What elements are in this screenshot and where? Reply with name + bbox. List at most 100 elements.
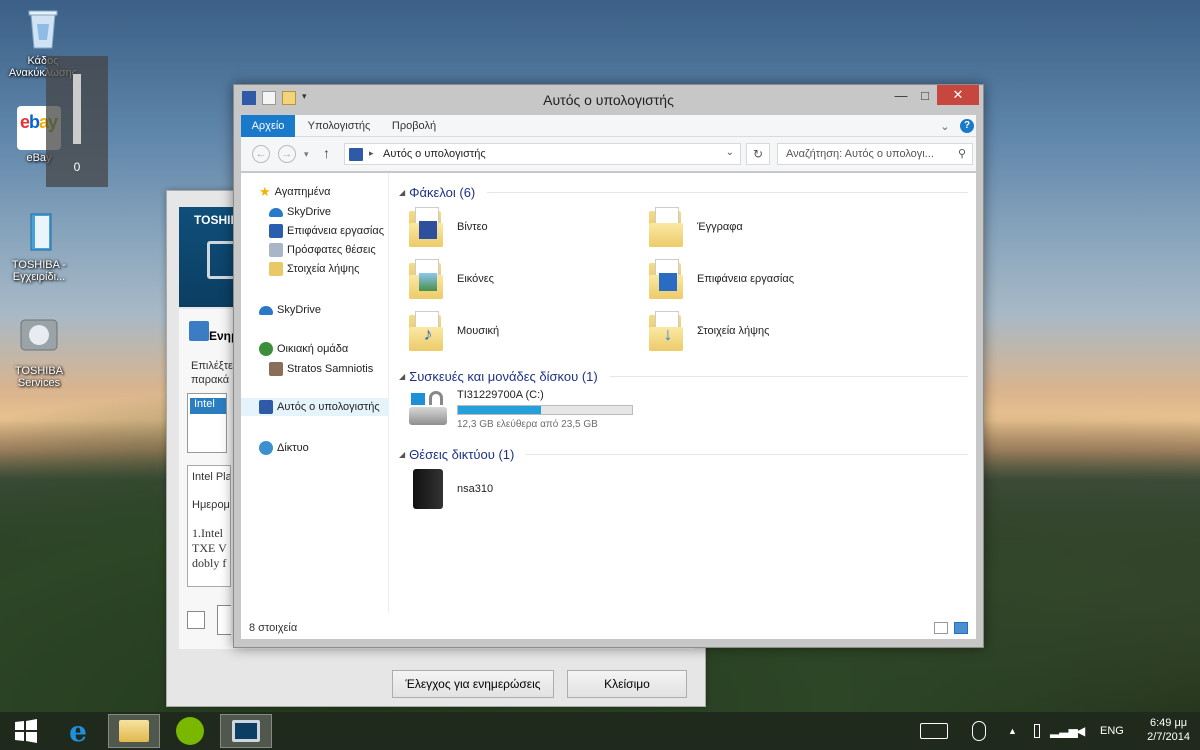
toshiba-services-shortcut[interactable]: TOSHIBA Services: [4, 316, 74, 389]
window-title: Αυτός ο υπολογιστής: [543, 92, 674, 108]
explorer-window: ▾ Αυτός ο υπολογιστής — □ ✕ Αρχείο Υπολο…: [233, 84, 984, 648]
taskbar: e ▲ ▂▃▅ ◀ ENG 6:49 μμ 2/7/2014: [0, 712, 1200, 750]
folder-pictures[interactable]: Εικόνες: [409, 259, 494, 299]
windows-logo-icon: [15, 719, 37, 743]
ribbon-expand-icon[interactable]: ⌄: [937, 115, 953, 137]
nav-favorites[interactable]: ★ Αγαπημένα: [259, 183, 330, 201]
monitor-icon: [232, 720, 260, 742]
nav-desktop[interactable]: Επιφάνεια εργασίας: [269, 222, 384, 240]
check-updates-button[interactable]: Έλεγχος για ενημερώσεις: [392, 670, 554, 698]
back-button[interactable]: ←: [252, 145, 270, 163]
large-icons-view-icon[interactable]: [954, 622, 968, 634]
nas-device-icon: [413, 469, 443, 509]
drive-c[interactable]: TI31229700A (C:) 12,3 GB ελεύθερα από 23…: [409, 389, 649, 433]
details-view-icon[interactable]: [934, 622, 948, 634]
update-icon: [189, 321, 209, 341]
clock[interactable]: 6:49 μμ 2/7/2014: [1147, 716, 1190, 744]
help-icon[interactable]: ?: [959, 115, 975, 137]
spotify-button[interactable]: [164, 714, 216, 748]
update-info-panel: Intel Pla Ημερομ 1.Intel TXE V dobly f: [187, 465, 231, 587]
network-location-label: nsa310: [457, 483, 494, 495]
select-checkbox[interactable]: [187, 611, 205, 629]
address-dropdown-icon[interactable]: ⌄: [726, 147, 734, 158]
recent-locations-icon[interactable]: ▾: [304, 149, 309, 160]
start-button[interactable]: [0, 714, 52, 748]
computer-icon: [349, 148, 363, 161]
internet-explorer-icon: e: [69, 714, 87, 748]
toshiba-manual-shortcut[interactable]: TOSHIBA - Εγχειρίδι...: [4, 210, 74, 283]
update-list[interactable]: Intel: [187, 393, 227, 453]
collapse-arrow-icon[interactable]: ◢: [399, 188, 405, 197]
network-location-nsa310[interactable]: nsa310: [413, 467, 613, 511]
nav-skydrive-fav[interactable]: SkyDrive: [269, 203, 331, 221]
homegroup-icon: [259, 342, 273, 356]
group-folders[interactable]: ◢ Φάκελοι (6): [399, 183, 968, 201]
toshiba-description: Επιλέξτε παρακά: [191, 360, 233, 386]
nav-downloads[interactable]: Στοιχεία λήψης: [269, 260, 359, 278]
nav-this-pc[interactable]: Αυτός ο υπολογιστής: [241, 398, 389, 416]
install-button-partial[interactable]: [217, 605, 231, 635]
search-placeholder: Αναζήτηση: Αυτός ο υπολογι...: [786, 148, 934, 160]
videos-folder-icon: [409, 207, 443, 247]
item-count: 8 στοιχεία: [249, 622, 298, 634]
maximize-button[interactable]: □: [914, 85, 936, 105]
nav-recent-places[interactable]: Πρόσφατες θέσεις: [269, 241, 376, 259]
group-devices[interactable]: ◢ Συσκευές και μονάδες δίσκου (1): [399, 367, 968, 385]
downloads-folder-icon: [269, 262, 283, 276]
file-explorer-icon: [119, 720, 149, 742]
update-list-item[interactable]: Intel: [190, 398, 226, 414]
volume-slider[interactable]: [73, 74, 81, 144]
toshiba-services-label: TOSHIBA Services: [14, 365, 64, 389]
recent-places-icon: [269, 243, 283, 257]
folder-desktop[interactable]: Επιφάνεια εργασίας: [649, 259, 794, 299]
signal-icon[interactable]: ▂▃▅: [1050, 712, 1078, 750]
volume-popup: 0: [46, 56, 108, 187]
search-input[interactable]: Αναζήτηση: Αυτός ο υπολογι... ⚲: [777, 143, 973, 165]
touch-keyboard-icon[interactable]: [920, 712, 948, 750]
forward-button[interactable]: →: [278, 145, 296, 163]
address-bar[interactable]: ▸ Αυτός ο υπολογιστής ⌄: [344, 143, 741, 165]
folder-music[interactable]: ♪ Μουσική: [409, 311, 499, 351]
close-button[interactable]: Κλείσιμο: [567, 670, 687, 698]
minimize-button[interactable]: —: [888, 85, 914, 105]
cloud-icon: [259, 305, 273, 315]
group-network-locations[interactable]: ◢ Θέσεις δικτύου (1): [399, 445, 968, 463]
folder-documents[interactable]: Έγγραφα: [649, 207, 743, 247]
refresh-button[interactable]: ↻: [746, 143, 770, 165]
battery-icon[interactable]: [1034, 712, 1040, 750]
nav-network[interactable]: Δίκτυο: [259, 439, 309, 457]
drive-usage-bar: [457, 405, 633, 415]
internet-explorer-button[interactable]: e: [52, 714, 104, 748]
nav-homegroup-user[interactable]: Stratos Samniotis: [269, 360, 373, 378]
file-explorer-button[interactable]: [108, 714, 160, 748]
desktop-icon: [269, 224, 283, 238]
up-button[interactable]: ↑: [323, 145, 330, 161]
pictures-folder-icon: [409, 259, 443, 299]
tab-file[interactable]: Αρχείο: [241, 115, 295, 137]
spotify-icon: [176, 717, 204, 745]
language-indicator[interactable]: ENG: [1100, 712, 1124, 750]
close-window-button[interactable]: ✕: [937, 85, 979, 105]
tab-view[interactable]: Προβολή: [385, 115, 443, 137]
folder-label: Μουσική: [457, 325, 500, 337]
search-icon[interactable]: ⚲: [958, 147, 966, 160]
status-bar: 8 στοιχεία: [241, 619, 976, 639]
show-hidden-icons-icon[interactable]: ▲: [1008, 712, 1017, 750]
tab-computer[interactable]: Υπολογιστής: [303, 115, 375, 137]
user-avatar-icon: [269, 362, 283, 376]
collapse-arrow-icon[interactable]: ◢: [399, 372, 405, 381]
folder-downloads[interactable]: ↓ Στοιχεία λήψης: [649, 311, 769, 351]
folder-label: Στοιχεία λήψης: [697, 325, 770, 337]
drive-free-space: 12,3 GB ελεύθερα από 23,5 GB: [457, 419, 598, 430]
toshiba-service-button[interactable]: [220, 714, 272, 748]
mouse-icon[interactable]: [972, 712, 986, 750]
nav-homegroup[interactable]: Οικιακή ομάδα: [259, 340, 348, 358]
folder-videos[interactable]: Βίντεο: [409, 207, 488, 247]
speaker-icon[interactable]: ◀: [1076, 712, 1085, 750]
nav-skydrive[interactable]: SkyDrive: [259, 301, 321, 319]
collapse-arrow-icon[interactable]: ◢: [399, 450, 405, 459]
cloud-icon: [269, 207, 283, 217]
toshiba-manual-label: TOSHIBA - Εγχειρίδι...: [11, 259, 67, 283]
content-area: ★ Αγαπημένα SkyDrive Επιφάνεια εργασίας …: [241, 173, 976, 639]
drive-usage-fill: [458, 406, 541, 414]
